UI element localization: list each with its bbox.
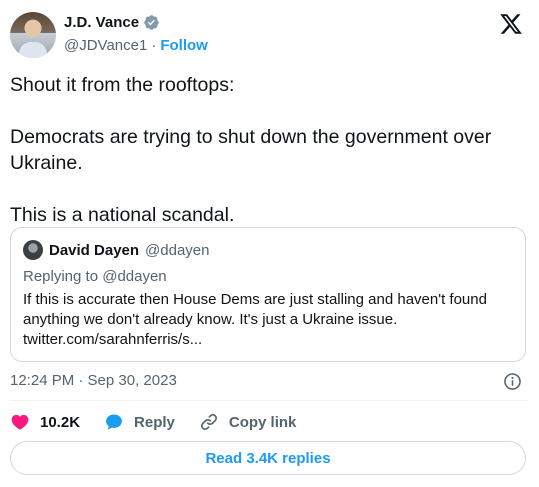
copy-link-label: Copy link [228,413,297,431]
tweet-text: Shout it from the rooftops: Democrats ar… [10,72,525,228]
author-handle[interactable]: @JDVance1 [64,37,147,54]
like-count: 10.2K [40,413,81,431]
tweet-paragraph: Shout it from the rooftops: [10,74,235,96]
handle-separator: · [151,37,157,54]
tweet-timestamp[interactable]: 12:24 PM · Sep 30, 2023 [10,372,177,389]
follow-button[interactable]: Follow [160,37,208,54]
quoted-author-name: David Dayen [49,241,140,259]
reply-label: Reply [134,413,175,431]
quoted-tweet-body: If this is accurate then House Dems are … [23,291,487,348]
speech-bubble-icon [106,414,122,430]
quoted-author-handle: @ddayen [145,241,210,259]
quoted-author-avatar [23,240,43,260]
author-handle-row: @JDVance1 · Follow [64,37,208,54]
quoted-tweet-header: David Dayen @ddayen [23,240,513,260]
quoted-replying-to: Replying to @ddayen [23,268,167,285]
copy-link-button[interactable]: Copy link [199,412,297,432]
tweet-paragraph: This is a national scandal. [10,204,235,226]
x-logo-icon[interactable] [499,12,523,36]
reply-button[interactable]: Reply [104,412,175,432]
info-icon[interactable] [503,372,522,391]
divider [10,400,529,401]
author-name-row: J.D. Vance [64,14,160,31]
quoted-tweet-card[interactable]: David Dayen @ddayen Replying to @ddayen … [10,227,526,362]
link-icon [200,413,217,431]
avatar-shirt [19,42,47,58]
author-display-name[interactable]: J.D. Vance [64,14,139,31]
author-avatar[interactable] [10,12,56,58]
tweet-header: J.D. Vance @JDVance1 · Follow [10,10,529,60]
heart-icon [11,414,29,430]
like-button[interactable]: 10.2K [10,412,80,432]
tweet-paragraph: Democrats are trying to shut down the go… [10,126,492,174]
tweet-actions: 10.2K Reply Copy link [10,411,320,433]
verified-badge-icon [144,15,159,30]
read-replies-button[interactable]: Read 3.4K replies [10,441,526,475]
